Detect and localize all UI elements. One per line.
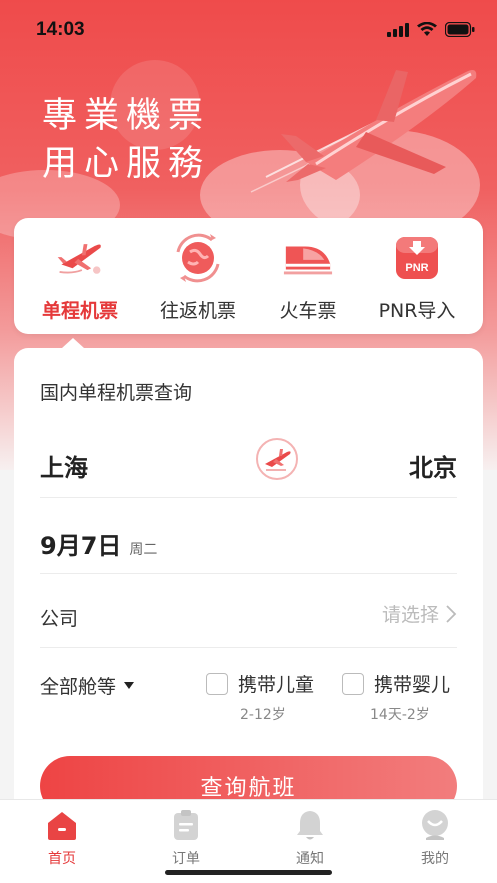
company-row[interactable]: 公司 请选择 [40, 588, 457, 648]
checkbox-box [342, 672, 364, 695]
nav-item-orders[interactable]: 订单 [146, 808, 226, 868]
hero-slogan: 專業機票 用心服務 [42, 92, 210, 188]
tab-label: PNR导入 [378, 300, 456, 322]
status-bar: 14:03 [0, 0, 497, 56]
infant-label: 携带婴儿 [374, 674, 451, 696]
options-row: 全部舱等 携带儿童 2-12岁 携带婴儿 14天-2岁 [40, 668, 457, 728]
nav-label: 我的 [421, 851, 449, 867]
to-city[interactable]: 北京 [409, 448, 457, 483]
nav-label: 首页 [48, 851, 76, 867]
tab-label: 单程机票 [41, 300, 118, 322]
tab-train[interactable]: 火车票 [250, 232, 366, 323]
cabin-class-label: 全部舱等 [40, 676, 117, 698]
home-indicator [165, 870, 332, 875]
bell-icon [297, 811, 323, 840]
child-checkbox[interactable]: 携带儿童 [206, 670, 314, 697]
battery-icon [445, 22, 475, 37]
company-label: 公司 [40, 608, 79, 630]
order-icon [174, 810, 198, 840]
profile-icon [422, 810, 448, 840]
caret-down-icon [124, 681, 135, 689]
chevron-right-icon [446, 604, 457, 623]
tab-label: 火车票 [279, 300, 337, 322]
child-age-range: 2-12岁 [240, 707, 286, 723]
ticket-type-tabs: 单程机票 往返机票 火车票 PNR PNR导入 [14, 218, 483, 334]
train-icon [283, 246, 333, 275]
checkbox-box [206, 672, 228, 695]
tab-roundtrip[interactable]: 往返机票 [140, 232, 256, 323]
company-placeholder: 请选择 [381, 604, 439, 626]
form-title: 国内单程机票查询 [40, 382, 193, 404]
nav-item-notifications[interactable]: 通知 [270, 808, 350, 868]
route-row: 上海 北京 [40, 438, 457, 498]
status-time: 14:03 [36, 19, 85, 40]
round-trip-icon [176, 233, 220, 283]
signal-icon [387, 22, 409, 37]
nav-item-profile[interactable]: 我的 [395, 808, 475, 868]
active-tab-pointer [62, 338, 84, 348]
infant-checkbox[interactable]: 携带婴儿 [342, 670, 450, 697]
plane-oneway-icon [57, 244, 101, 274]
tab-oneway[interactable]: 单程机票 [22, 232, 138, 323]
wifi-icon [417, 22, 437, 36]
hero-line-1: 專業機票 [42, 96, 211, 136]
from-city[interactable]: 上海 [40, 448, 88, 483]
departure-date: 9月7日 [40, 532, 122, 560]
tab-pnr[interactable]: PNR PNR导入 [359, 232, 475, 323]
pnr-badge-text: PNR [405, 262, 428, 274]
tab-label: 往返机票 [159, 300, 236, 322]
search-form: 国内单程机票查询 上海 北京 9月7日 周二 公司 请选择 全部舱等 携带儿童 … [14, 348, 483, 818]
child-label: 携带儿童 [238, 674, 315, 696]
home-icon [48, 812, 76, 840]
nav-label: 订单 [172, 851, 200, 867]
cabin-class-select[interactable]: 全部舱等 [40, 672, 135, 699]
date-row[interactable]: 9月7日 周二 [40, 526, 457, 574]
nav-item-home[interactable]: 首页 [22, 808, 102, 868]
swap-cities-icon[interactable] [252, 434, 302, 484]
infant-age-range: 14天-2岁 [370, 707, 430, 723]
hero-line-2: 用心服務 [42, 144, 211, 184]
departure-weekday: 周二 [129, 542, 158, 558]
pnr-icon: PNR [396, 237, 438, 279]
airplane-illustration [250, 70, 477, 193]
nav-label: 通知 [296, 851, 324, 867]
